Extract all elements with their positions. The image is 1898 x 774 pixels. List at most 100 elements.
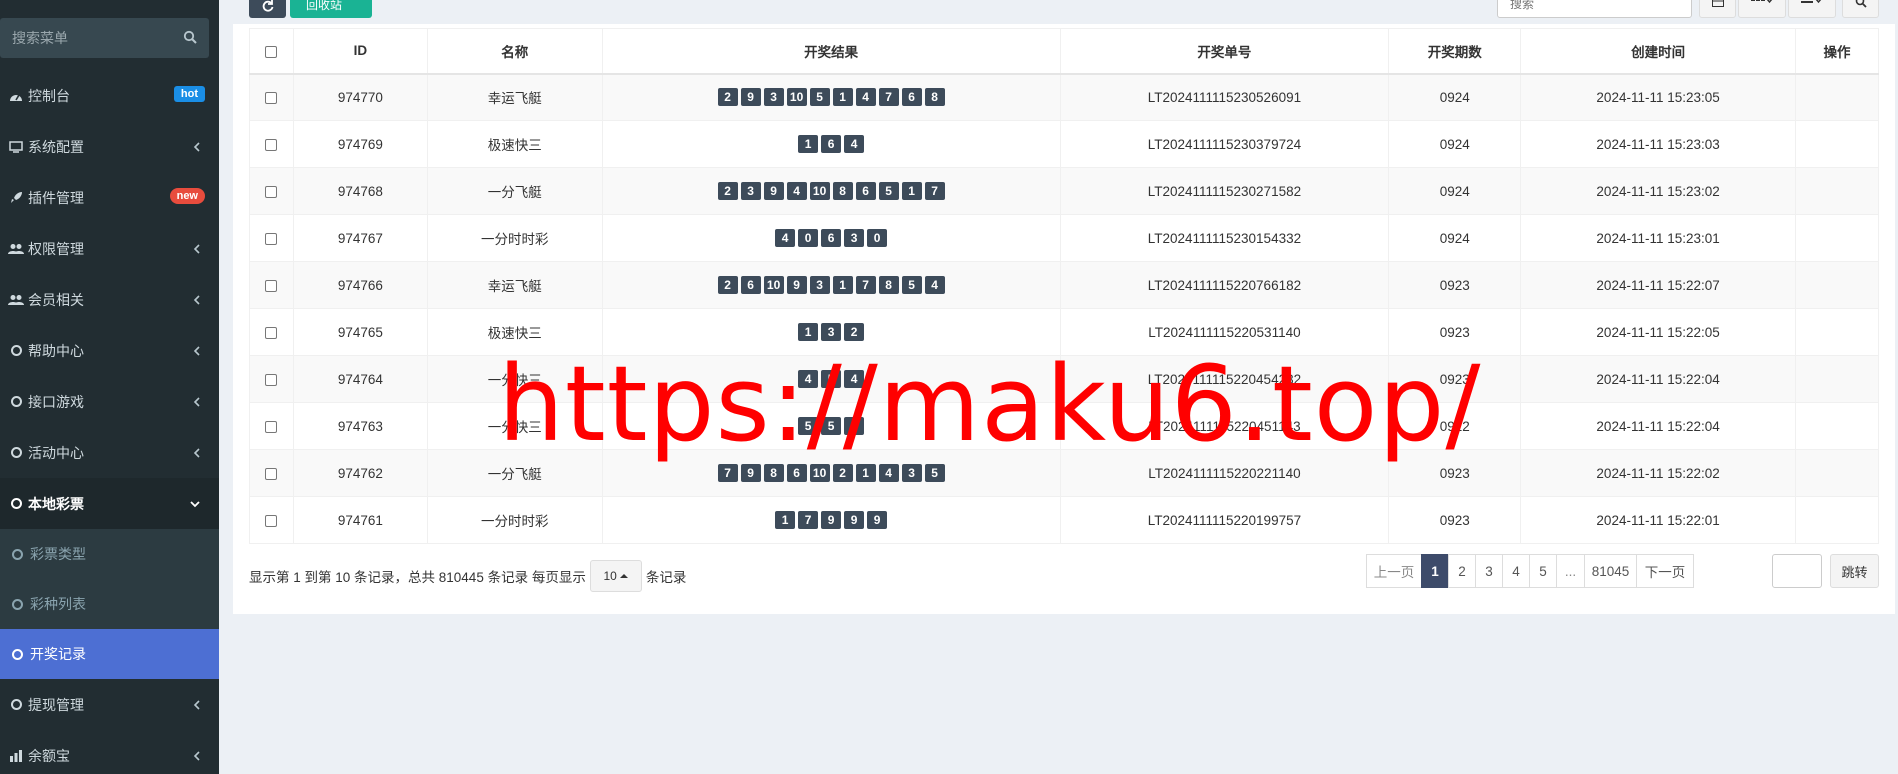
- circle-icon: [12, 648, 23, 660]
- row-checkbox[interactable]: [265, 279, 278, 292]
- cell-created: 2024-11-11 15:23:01: [1520, 214, 1796, 262]
- result-ball: 6: [740, 276, 761, 294]
- new-badge: new: [169, 188, 205, 204]
- pagination-info-text: 显示第 1 到第 10 条记录，总共 810445 条记录 每页显示: [249, 570, 586, 585]
- column-header-period[interactable]: 开奖期数: [1388, 28, 1522, 75]
- select-all-checkbox[interactable]: [265, 45, 278, 58]
- cell-order-no: LT2024111115220199757: [1059, 496, 1390, 544]
- result-ball: 1: [855, 464, 876, 482]
- page-link[interactable]: 2: [1448, 554, 1476, 588]
- columns-toggle-button[interactable]: [1738, 0, 1786, 18]
- cell-name: 一分飞艇: [426, 167, 603, 215]
- sidebar-subitem-lottery-types[interactable]: 彩票类型: [0, 529, 219, 579]
- row-select-cell: [249, 496, 294, 544]
- cell-result: 551: [601, 402, 1061, 450]
- cell-id: 974766: [292, 261, 428, 309]
- cell-id: 974764: [292, 355, 428, 403]
- sidebar-item-system-config[interactable]: 系统配置: [0, 121, 219, 172]
- search-icon[interactable]: [183, 30, 197, 44]
- sidebar-item-activities[interactable]: 活动中心: [0, 427, 219, 478]
- row-checkbox[interactable]: [265, 420, 278, 433]
- page-link[interactable]: 1: [1421, 554, 1449, 588]
- cell-created: 2024-11-11 15:22:07: [1520, 261, 1796, 309]
- result-ball: 3: [740, 182, 761, 200]
- export-button[interactable]: [1788, 0, 1836, 18]
- result-ball: 4: [844, 135, 865, 153]
- table-row[interactable]: 974769 极速快三 1 6 4 LT2024111115230379724 0924 20…: [249, 120, 1879, 168]
- refresh-button[interactable]: [249, 0, 286, 18]
- cell-period: 0924: [1388, 214, 1522, 262]
- result-ball: 5: [809, 88, 830, 107]
- cell-result: 40630: [601, 214, 1061, 262]
- sidebar-search-input[interactable]: [0, 18, 170, 58]
- page-jump-button[interactable]: 跳转: [1830, 554, 1879, 588]
- recycle-bin-button[interactable]: 回收站: [290, 0, 372, 18]
- row-checkbox[interactable]: [265, 373, 278, 386]
- page-link[interactable]: 5: [1529, 554, 1557, 588]
- sidebar-subitem-draw-records[interactable]: 开奖记录: [0, 629, 219, 679]
- row-checkbox[interactable]: [265, 232, 278, 245]
- sidebar-item-withdrawals[interactable]: 提现管理: [0, 679, 219, 730]
- recycle-bin-label: 回收站: [306, 0, 343, 12]
- row-checkbox[interactable]: [265, 514, 278, 527]
- sidebar-search: [0, 18, 209, 58]
- table-row[interactable]: 974767 一分时时彩 4 0 6 3 0 LT2024111115230154332 092…: [249, 214, 1879, 262]
- sidebar-item-permissions[interactable]: 权限管理: [0, 223, 219, 274]
- table-row[interactable]: 974764 一分快三 4 5 4 LT2024111115220454232 0923 20…: [249, 355, 1879, 403]
- cell-actions: [1795, 261, 1879, 309]
- table-row[interactable]: 974766 幸运飞艇 2 6 10 9 3 1 7 8 5 4 LT20241111152207661…: [249, 261, 1879, 309]
- cell-created: 2024-11-11 15:22:02: [1520, 449, 1796, 497]
- cell-actions: [1795, 402, 1879, 450]
- table-row[interactable]: 974761 一分时时彩 1 7 9 9 9 LT2024111115220199757 092…: [249, 496, 1879, 544]
- row-checkbox[interactable]: [265, 467, 278, 480]
- table-row[interactable]: 974762 一分飞艇 7 9 8 6 10 2 1 4 3 5 LT20241111152202211…: [249, 449, 1879, 497]
- sidebar-item-local-lottery[interactable]: 本地彩票: [0, 478, 219, 529]
- cell-order-no: LT2024111115230379724: [1059, 120, 1390, 168]
- table-row[interactable]: 974768 一分飞艇 2 3 9 4 10 8 6 5 1 7 LT20241111152302715…: [249, 167, 1879, 215]
- advanced-search-button[interactable]: [1842, 0, 1879, 18]
- sidebar-item-plugins[interactable]: 插件管理 new: [0, 172, 219, 223]
- column-header-result[interactable]: 开奖结果: [601, 28, 1061, 75]
- row-checkbox[interactable]: [265, 138, 278, 151]
- column-header-created[interactable]: 创建时间: [1520, 28, 1796, 75]
- sidebar-item-api-games[interactable]: 接口游戏: [0, 376, 219, 427]
- table-search-input[interactable]: [1497, 0, 1692, 18]
- page-size-select[interactable]: 10: [589, 560, 642, 592]
- cell-order-no: LT2024111115230154332: [1059, 214, 1390, 262]
- table-view-button[interactable]: [1699, 0, 1736, 18]
- sidebar-item-yuebao[interactable]: 余额宝: [0, 730, 219, 774]
- table-row[interactable]: 974763 一分快三 5 5 1 LT2024111115220451143 0922 20…: [249, 402, 1879, 450]
- result-ball: 2: [717, 88, 738, 107]
- bar-chart-icon: [8, 748, 24, 764]
- page-link: ...: [1556, 554, 1585, 588]
- result-ball: 3: [844, 229, 865, 247]
- page-link[interactable]: 3: [1475, 554, 1503, 588]
- page-link[interactable]: 下一页: [1636, 554, 1694, 588]
- table-row[interactable]: 974765 极速快三 1 3 2 LT2024111115220531140 0923 20…: [249, 308, 1879, 356]
- table-body: 974770 幸运飞艇 2 9 3 10 5 1 4 7 6 8 LT20241111152305260…: [249, 73, 1879, 544]
- sidebar-item-dashboard[interactable]: 控制台 hot: [0, 70, 219, 121]
- result-ball: 2: [844, 323, 865, 341]
- page-link[interactable]: 4: [1502, 554, 1530, 588]
- monitor-icon: [8, 139, 24, 155]
- cell-period: 0923: [1388, 449, 1522, 497]
- cell-result: 17999: [601, 496, 1061, 544]
- row-select-cell: [249, 167, 294, 215]
- row-checkbox[interactable]: [265, 185, 278, 198]
- page-jump-input[interactable]: [1772, 554, 1822, 588]
- column-header-name[interactable]: 名称: [426, 28, 603, 75]
- sidebar-item-members[interactable]: 会员相关: [0, 274, 219, 325]
- column-header-actions: 操作: [1795, 28, 1879, 75]
- page-link[interactable]: 81045: [1584, 554, 1637, 588]
- sidebar-subitem-lottery-list[interactable]: 彩种列表: [0, 579, 219, 629]
- column-header-id[interactable]: ID: [292, 28, 428, 75]
- row-checkbox[interactable]: [265, 92, 278, 105]
- sidebar-item-help[interactable]: 帮助中心: [0, 325, 219, 376]
- column-header-order-no[interactable]: 开奖单号: [1059, 28, 1390, 75]
- page-size-value: 10: [603, 569, 617, 583]
- sidebar-item-label: 活动中心: [28, 444, 84, 461]
- table-icon: [1712, 0, 1724, 7]
- row-checkbox[interactable]: [265, 326, 278, 339]
- table-row[interactable]: 974770 幸运飞艇 2 9 3 10 5 1 4 7 6 8 LT20241111152305260…: [249, 73, 1879, 121]
- cell-period: 0923: [1388, 308, 1522, 356]
